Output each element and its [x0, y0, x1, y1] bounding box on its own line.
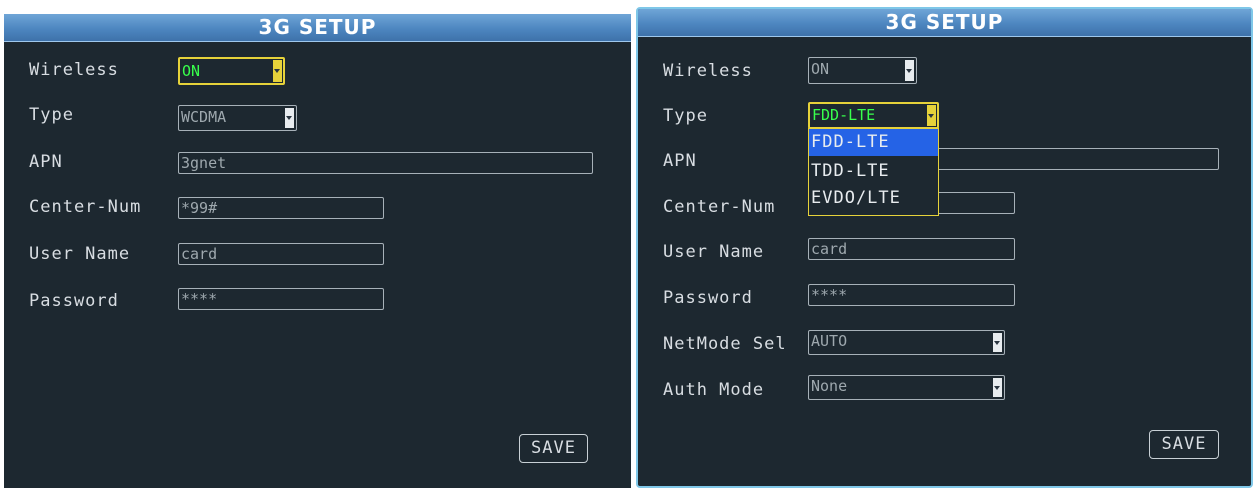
center-num-label: Center-Num — [29, 197, 142, 217]
password-label: Password — [29, 291, 119, 311]
page-title: 3G SETUP — [258, 15, 377, 39]
chevron-down-icon — [285, 108, 294, 128]
wireless-label: Wireless — [663, 61, 753, 81]
password-field[interactable]: **** — [178, 288, 384, 310]
save-button[interactable]: SAVE — [1149, 430, 1219, 459]
save-button[interactable]: SAVE — [519, 434, 588, 463]
type-select[interactable]: WCDMA — [178, 105, 297, 131]
type-option-tdd-lte[interactable]: TDD-LTE — [809, 158, 938, 185]
wireless-label: Wireless — [29, 60, 119, 80]
title-bar: 3G SETUP — [638, 9, 1251, 37]
wireless-value: ON — [811, 60, 830, 78]
auth-mode-value: None — [811, 377, 848, 395]
type-label: Type — [29, 105, 74, 125]
apn-label: APN — [29, 152, 63, 172]
type-option-evdo-lte[interactable]: EVDO/LTE — [809, 185, 938, 212]
netmode-select[interactable]: AUTO — [808, 330, 1005, 355]
type-dropdown-list: FDD-LTE TDD-LTE EVDO/LTE — [808, 128, 939, 216]
netmode-value: AUTO — [811, 332, 848, 350]
center-num-field[interactable]: *99# — [178, 197, 384, 219]
type-option-fdd-lte[interactable]: FDD-LTE — [809, 129, 938, 156]
apn-field[interactable]: 3gnet — [178, 152, 593, 174]
auth-mode-label: Auth Mode — [663, 380, 765, 400]
wireless-value: ON — [182, 62, 201, 80]
chevron-down-icon — [273, 60, 282, 82]
title-bar: 3G SETUP — [4, 14, 631, 42]
user-name-label: User Name — [29, 244, 131, 264]
setup-screen-right: 3G SETUP Wireless ON Type FDD-LTE FDD-LT… — [636, 7, 1253, 488]
type-label: Type — [663, 106, 708, 126]
user-name-field[interactable]: card — [178, 243, 384, 265]
wireless-select[interactable]: ON — [808, 57, 917, 84]
page-title: 3G SETUP — [885, 10, 1004, 34]
wireless-select[interactable]: ON — [178, 57, 285, 85]
chevron-down-icon — [993, 333, 1002, 352]
chevron-down-icon — [927, 105, 936, 126]
netmode-label: NetMode Sel — [663, 334, 787, 354]
chevron-down-icon — [993, 378, 1002, 397]
chevron-down-icon — [905, 60, 914, 81]
auth-mode-select[interactable]: None — [808, 375, 1005, 400]
password-field[interactable]: **** — [808, 284, 1015, 306]
setup-screen-left: 3G SETUP Wireless ON Type WCDMA APN 3gne… — [4, 14, 631, 488]
type-value: WCDMA — [181, 108, 227, 126]
apn-label: APN — [663, 151, 697, 171]
center-num-label: Center-Num — [663, 197, 776, 217]
type-value: FDD-LTE — [812, 106, 876, 124]
user-name-field[interactable]: card — [808, 238, 1015, 260]
type-select[interactable]: FDD-LTE — [808, 102, 939, 129]
user-name-label: User Name — [663, 242, 765, 262]
password-label: Password — [663, 288, 753, 308]
